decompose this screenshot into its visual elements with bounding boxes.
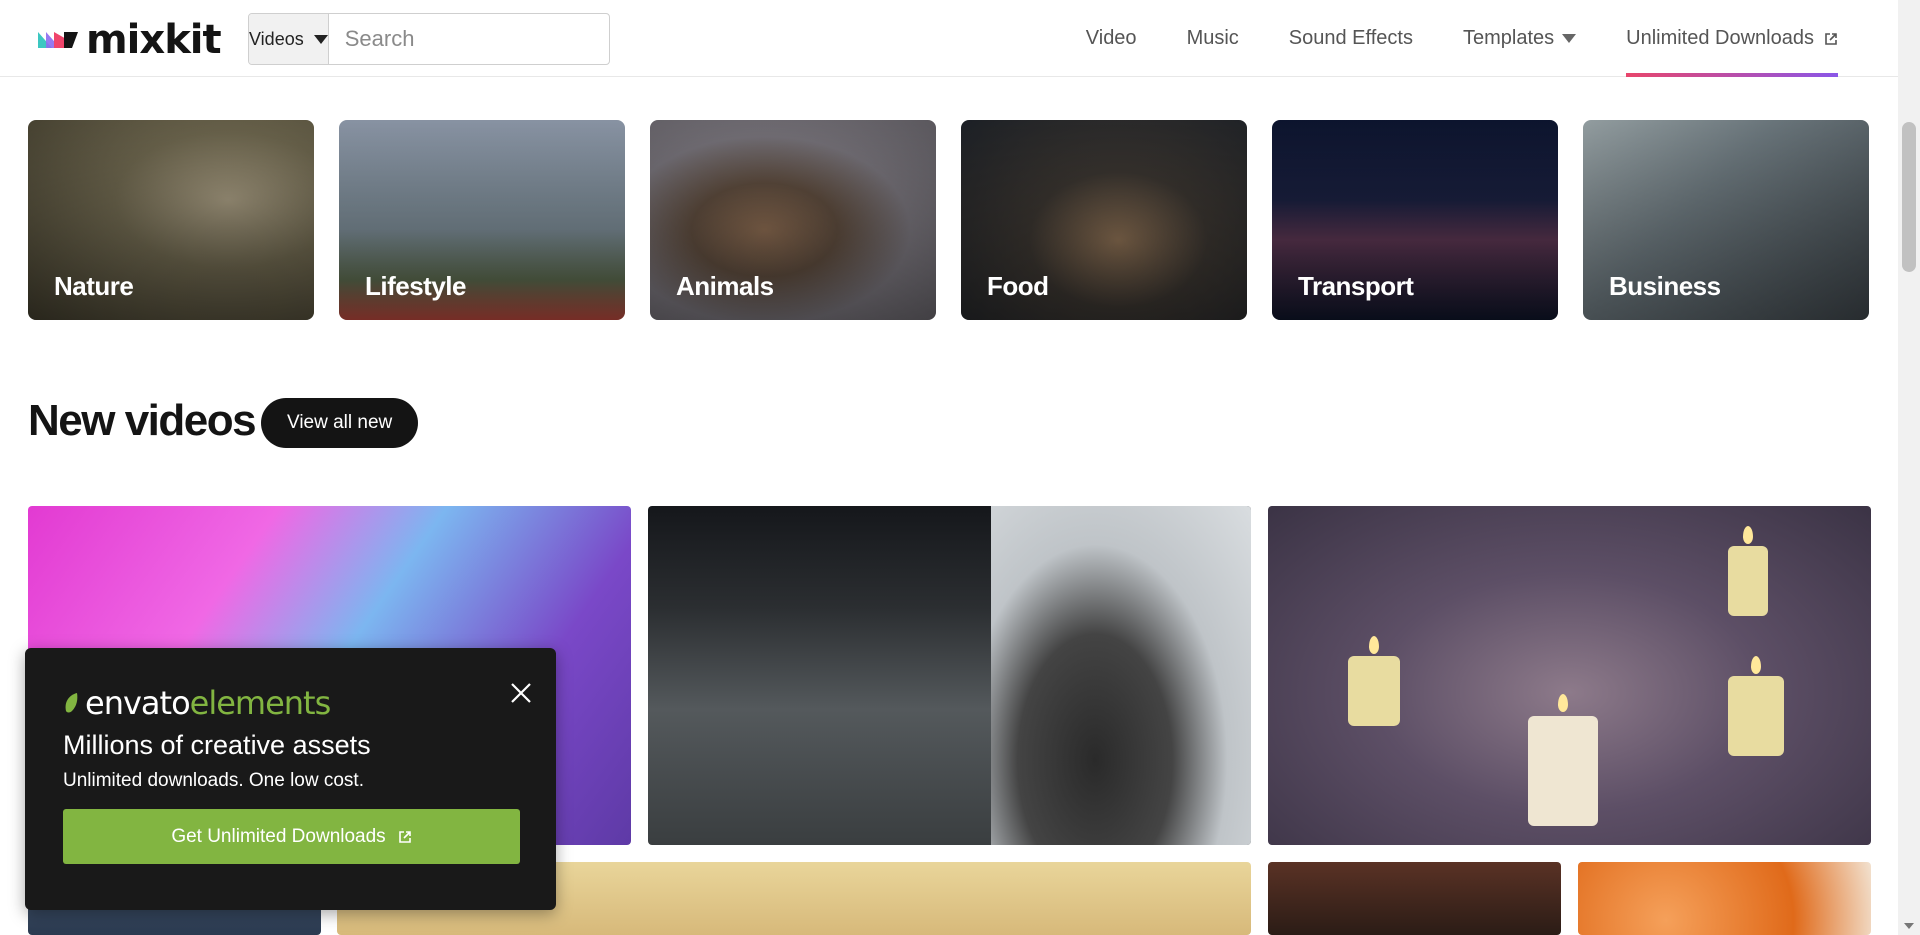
category-transport[interactable]: Transport [1272, 120, 1558, 320]
category-label: Lifestyle [365, 271, 467, 301]
elements-wordmark: elements [189, 684, 332, 722]
nav-music[interactable]: Music [1187, 0, 1239, 77]
nav-video-label: Video [1085, 27, 1137, 49]
video-thumbnail-image [1743, 526, 1753, 544]
category-label: Transport [1298, 271, 1414, 301]
category-label: Animals [676, 271, 774, 301]
video-thumbnail-image [1558, 694, 1568, 712]
site-header: mixkit Videos Video Music Sound Effects … [0, 0, 1898, 77]
video-thumbnail-image [991, 506, 1251, 845]
mixkit-logo-icon [38, 32, 78, 48]
external-link-icon [398, 830, 411, 843]
category-animals[interactable]: Animals [650, 120, 936, 320]
video-thumbnail-image [1728, 546, 1768, 616]
category-lifestyle[interactable]: Lifestyle [339, 120, 625, 320]
video-thumbnail-image [1528, 716, 1598, 826]
get-unlimited-downloads-button[interactable]: Get Unlimited Downloads [63, 809, 520, 864]
nav-unlimited-downloads-label: Unlimited Downloads [1626, 27, 1814, 49]
popup-title: Millions of creative assets [63, 730, 371, 760]
nav-sound-effects[interactable]: Sound Effects [1289, 0, 1413, 77]
video-thumbnail-image [1751, 656, 1761, 674]
nav-video[interactable]: Video [1086, 0, 1137, 77]
video-thumbnail-image [1348, 656, 1400, 726]
category-label: Business [1609, 271, 1721, 301]
video-thumbnail-image [1728, 676, 1784, 756]
main-nav: Video Music Sound Effects Templates Unli… [1036, 0, 1838, 77]
category-food[interactable]: Food [961, 120, 1247, 320]
nav-sound-effects-label: Sound Effects [1288, 27, 1413, 49]
scroll-down-arrow-icon[interactable] [1904, 923, 1914, 929]
envato-promo-popup: envato elements Millions of creative ass… [25, 648, 556, 910]
nav-music-label: Music [1186, 27, 1239, 49]
category-nature[interactable]: Nature [28, 120, 314, 320]
video-thumbnail[interactable] [1268, 862, 1561, 935]
cta-label: Get Unlimited Downloads [171, 825, 386, 847]
category-label: Food [987, 271, 1049, 301]
envato-elements-logo: envato elements [63, 684, 332, 722]
nav-unlimited-downloads[interactable]: Unlimited Downloads [1626, 0, 1838, 77]
close-icon[interactable] [504, 676, 538, 710]
search-input[interactable] [328, 14, 609, 64]
search-bar: Videos [248, 13, 610, 65]
video-thumbnail[interactable] [648, 506, 1251, 845]
logo-wordmark: mixkit [86, 17, 222, 63]
external-link-icon [1825, 32, 1837, 45]
category-list: Nature Lifestyle Animals Food Transport … [28, 120, 1869, 320]
search-type-label: Videos [249, 28, 304, 49]
video-thumbnail-image [1369, 636, 1379, 654]
section-title: New videos [28, 396, 257, 445]
video-thumbnail[interactable] [1578, 862, 1871, 935]
video-thumbnail[interactable] [1268, 506, 1871, 845]
scrollbar-thumb[interactable] [1902, 122, 1916, 272]
nav-templates[interactable]: Templates [1462, 0, 1577, 77]
popup-subtitle: Unlimited downloads. One low cost. [63, 770, 364, 791]
chevron-down-icon [1562, 34, 1577, 43]
envato-wordmark: envato [85, 684, 191, 722]
category-business[interactable]: Business [1583, 120, 1869, 320]
nav-templates-label: Templates [1462, 27, 1555, 49]
envato-leaf-icon [65, 693, 78, 713]
category-label: Nature [54, 271, 134, 301]
mixkit-logo[interactable]: mixkit [38, 17, 222, 63]
view-all-new-button[interactable]: View all new [261, 398, 419, 448]
search-type-dropdown[interactable]: Videos [249, 14, 329, 64]
page-scrollbar[interactable] [1898, 0, 1920, 935]
chevron-down-icon [313, 34, 328, 44]
